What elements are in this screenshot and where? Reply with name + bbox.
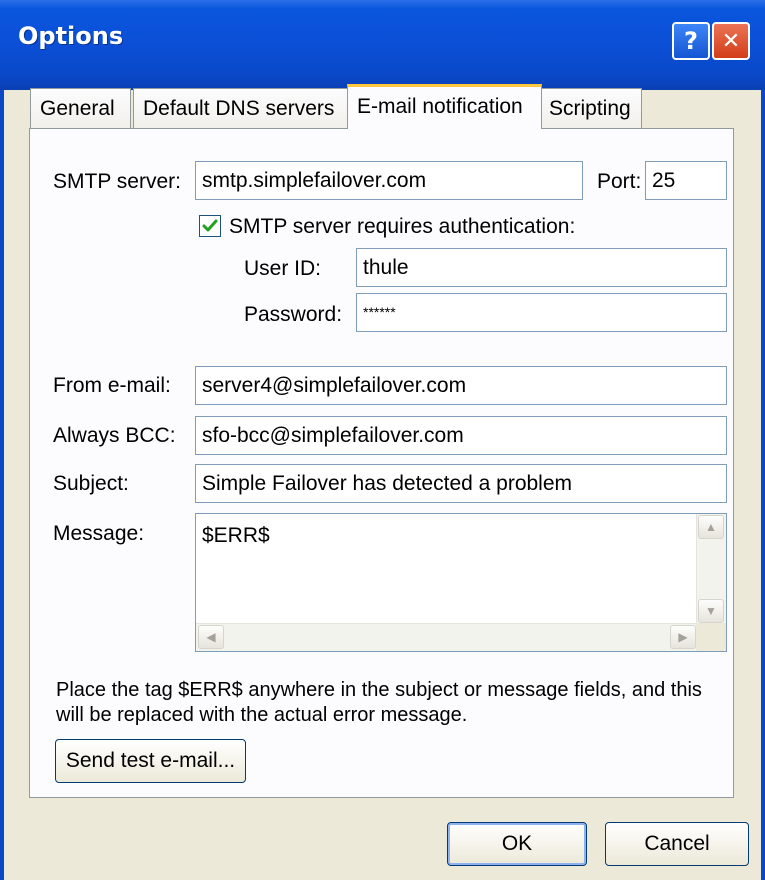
send-test-email-button[interactable]: Send test e-mail...	[55, 739, 246, 783]
window-frame-left	[0, 90, 4, 880]
close-icon: ✕	[721, 28, 741, 54]
chevron-right-icon: ▶	[678, 630, 688, 644]
scroll-right-button[interactable]: ▶	[670, 625, 696, 649]
tab-email-notification[interactable]: E-mail notification	[347, 84, 542, 129]
always-bcc-input[interactable]: sfo-bcc@simplefailover.com	[195, 416, 727, 455]
message-vertical-scrollbar[interactable]: ▲ ▼	[696, 514, 726, 624]
message-textarea[interactable]: $ERR$ ▲ ▼ ◀ ▶	[195, 513, 727, 652]
title-bar[interactable]: Options ? ✕	[0, 0, 765, 90]
message-text[interactable]: $ERR$	[202, 524, 270, 548]
tab-default-dns-servers[interactable]: Default DNS servers	[133, 88, 349, 128]
scroll-down-button[interactable]: ▼	[698, 599, 724, 623]
smtp-auth-checkbox[interactable]	[199, 215, 221, 237]
message-horizontal-scrollbar[interactable]: ◀ ▶	[196, 623, 698, 651]
options-dialog: Options ? ✕ General Default DNS servers …	[0, 0, 765, 880]
window-frame-right	[761, 90, 765, 880]
smtp-server-label: SMTP server:	[53, 170, 181, 193]
from-email-input[interactable]: server4@simplefailover.com	[195, 366, 727, 405]
user-id-input[interactable]: thule	[356, 248, 727, 287]
close-button[interactable]: ✕	[712, 22, 750, 60]
smtp-auth-label[interactable]: SMTP server requires authentication:	[229, 215, 575, 239]
always-bcc-label: Always BCC:	[53, 424, 176, 447]
scroll-corner	[696, 623, 726, 651]
port-label: Port:	[597, 170, 642, 193]
scroll-up-button[interactable]: ▲	[698, 515, 724, 539]
user-id-label: User ID:	[244, 257, 322, 280]
chevron-left-icon: ◀	[206, 630, 216, 644]
chevron-down-icon: ▼	[705, 604, 717, 618]
password-input[interactable]: ******	[356, 293, 727, 332]
checkmark-icon	[202, 219, 218, 232]
scroll-left-button[interactable]: ◀	[198, 625, 224, 649]
tab-general[interactable]: General	[30, 88, 131, 128]
window-title: Options	[18, 22, 124, 50]
port-input[interactable]: 25	[645, 161, 727, 200]
message-label: Message:	[53, 522, 145, 545]
password-label: Password:	[244, 303, 343, 326]
ok-button[interactable]: OK	[447, 822, 587, 866]
help-button[interactable]: ?	[672, 22, 710, 60]
cancel-button[interactable]: Cancel	[605, 822, 749, 866]
from-email-label: From e-mail:	[53, 374, 171, 397]
chevron-up-icon: ▲	[705, 520, 717, 534]
help-icon: ?	[684, 27, 698, 55]
smtp-server-input[interactable]: smtp.simplefailover.com	[195, 161, 583, 200]
subject-label: Subject:	[53, 472, 129, 495]
tag-hint-text: Place the tag $ERR$ anywhere in the subj…	[56, 679, 702, 726]
subject-input[interactable]: Simple Failover has detected a problem	[195, 464, 727, 503]
tab-scripting[interactable]: Scripting	[539, 88, 642, 128]
